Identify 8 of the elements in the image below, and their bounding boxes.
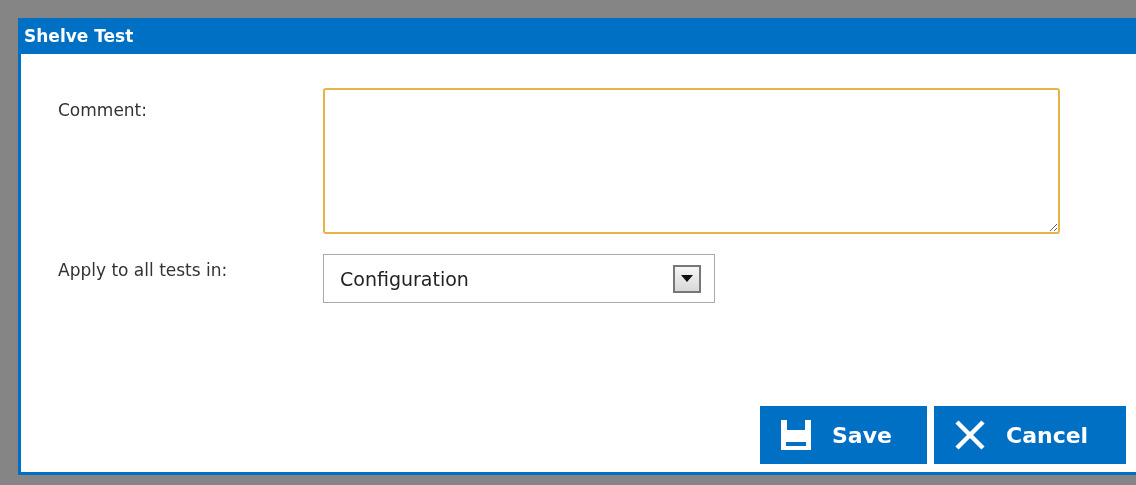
dialog-title: Shelve Test (18, 18, 1136, 54)
comment-field[interactable] (323, 88, 1060, 234)
close-icon (954, 419, 986, 451)
dropdown-field[interactable]: Configuration (323, 254, 715, 303)
save-button[interactable]: Save (760, 406, 927, 464)
field-label: Apply to all tests in: (58, 259, 229, 280)
field-label: Comment: (58, 99, 149, 120)
cancel-button[interactable]: Cancel (934, 406, 1126, 464)
